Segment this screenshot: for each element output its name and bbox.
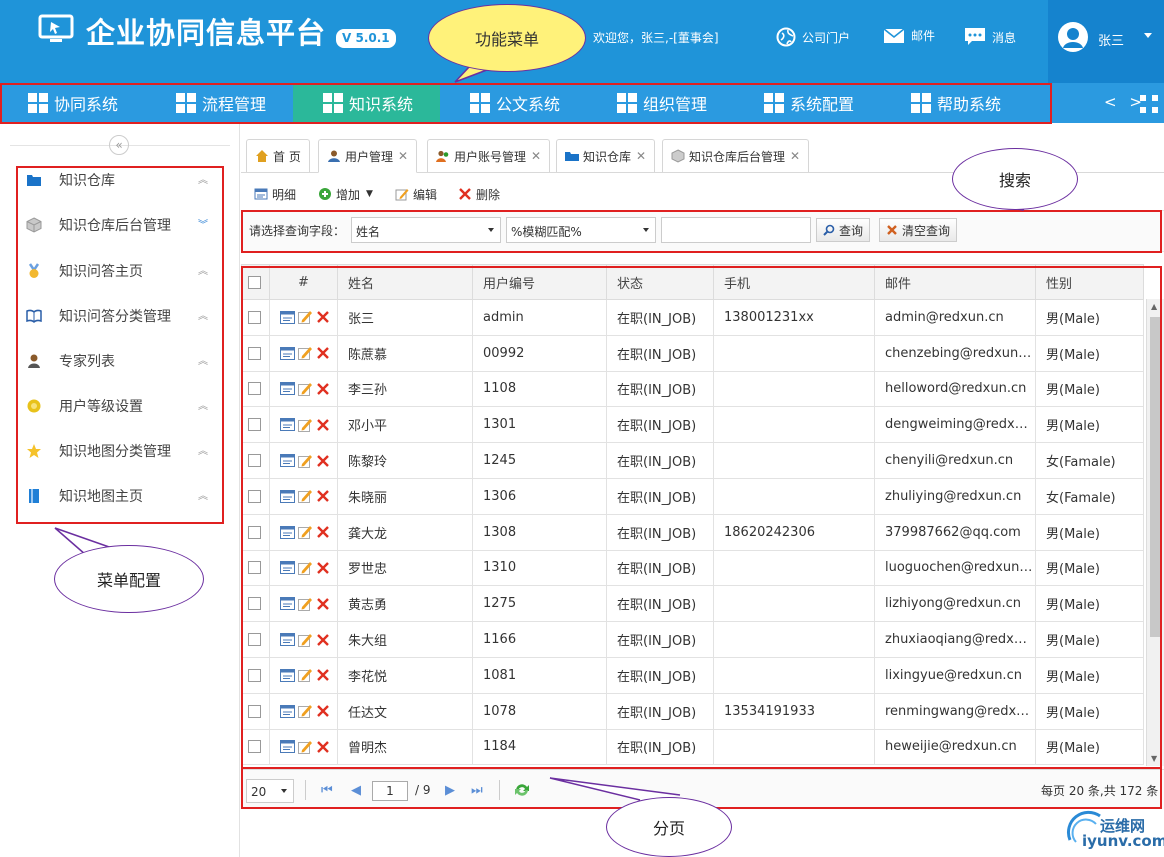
search-callout: 搜索 xyxy=(952,148,1078,210)
app-root: 企业协同信息平台 V 5.0.1 欢迎您，张三,-[董事会] 公司门户 邮件 消… xyxy=(0,0,1164,857)
callout-pointers xyxy=(54,65,1031,801)
menu-callout: 功能菜单 xyxy=(428,4,586,72)
watermark-url: iyunv.com xyxy=(1082,832,1164,850)
sidebar-callout: 菜单配置 xyxy=(54,545,204,613)
pager-callout: 分页 xyxy=(606,797,732,857)
